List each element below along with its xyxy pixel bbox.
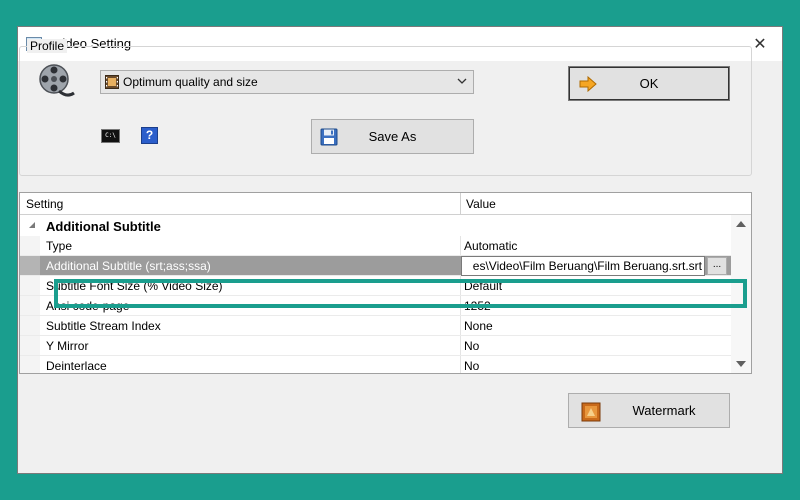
watermark-button[interactable]: Watermark (568, 393, 730, 428)
column-header-value[interactable]: Value (466, 197, 496, 211)
chevron-down-icon (457, 78, 467, 84)
row-divider (460, 316, 461, 335)
row-divider (460, 236, 461, 255)
arrow-right-icon (579, 76, 597, 92)
property-grid: Setting Value Additional Subtitle Type A… (19, 192, 752, 374)
floppy-disk-icon (320, 128, 338, 146)
subtitle-path-input[interactable]: es\Video\Film Beruang\Film Beruang.srt.s… (461, 256, 705, 276)
profile-selected-value: Optimum quality and size (123, 75, 258, 89)
setting-name: Subtitle Stream Index (46, 319, 161, 333)
row-divider (460, 296, 461, 315)
row-gutter (20, 276, 40, 295)
setting-value[interactable]: Default (464, 279, 502, 293)
profile-group-label: Profile (27, 39, 68, 53)
grid-row-type[interactable]: Type Automatic (20, 236, 732, 256)
film-strip-icon (105, 75, 119, 89)
grid-row-y-mirror[interactable]: Y Mirror No (20, 336, 732, 356)
vertical-scrollbar[interactable] (731, 215, 751, 373)
setting-value[interactable]: 1252 (464, 299, 491, 313)
row-gutter (20, 336, 40, 355)
setting-name: Type (46, 239, 73, 253)
setting-value[interactable]: None (464, 319, 493, 333)
row-gutter (20, 236, 40, 255)
setting-name: Subtitle Font Size (% Video Size) (46, 279, 223, 293)
row-gutter (20, 356, 40, 373)
column-divider[interactable] (460, 193, 461, 215)
grid-row-subtitle-font-size[interactable]: Subtitle Font Size (% Video Size) Defaul… (20, 276, 732, 296)
setting-value[interactable]: Automatic (464, 239, 517, 253)
profile-dropdown[interactable]: Optimum quality and size (100, 70, 474, 94)
film-reel-icon (39, 64, 75, 97)
category-row[interactable]: Additional Subtitle (20, 216, 732, 236)
row-gutter (20, 296, 40, 315)
row-gutter (20, 316, 40, 335)
command-prompt-icon[interactable]: C:\ (101, 129, 120, 143)
setting-name: Y Mirror (46, 339, 89, 353)
collapse-triangle-icon[interactable] (28, 221, 36, 229)
browse-button[interactable]: ... (707, 257, 727, 275)
row-divider (460, 276, 461, 295)
save-as-label: Save As (368, 129, 417, 144)
setting-name: Additional Subtitle (srt;ass;ssa) (46, 259, 211, 273)
watermark-label: Watermark (632, 403, 696, 418)
grid-row-ansi-code-page[interactable]: Ansi code-page 1252 (20, 296, 732, 316)
row-gutter (20, 256, 40, 275)
grid-header: Setting Value (20, 193, 751, 215)
grid-row-subtitle-stream-index[interactable]: Subtitle Stream Index None (20, 316, 732, 336)
grid-row-deinterlace[interactable]: Deinterlace No (20, 356, 732, 373)
setting-name: Ansi code-page (46, 299, 130, 313)
row-divider (460, 356, 461, 373)
help-icon[interactable]: ? (141, 127, 158, 144)
setting-value[interactable]: No (464, 359, 479, 373)
setting-value[interactable]: No (464, 339, 479, 353)
save-as-button[interactable]: Save As (311, 119, 474, 154)
watermark-icon (581, 402, 601, 422)
setting-name: Deinterlace (46, 359, 107, 373)
category-label: Additional Subtitle (46, 219, 161, 234)
ok-button[interactable]: OK (568, 66, 730, 101)
row-divider (460, 336, 461, 355)
ok-button-label: OK (639, 76, 659, 91)
column-header-setting[interactable]: Setting (26, 197, 63, 211)
subtitle-path-value: es\Video\Film Beruang\Film Beruang.srt.s… (472, 259, 702, 273)
scroll-up-arrow-icon[interactable] (735, 220, 747, 228)
scroll-down-arrow-icon[interactable] (735, 360, 747, 368)
grid-row-additional-subtitle[interactable]: Additional Subtitle (srt;ass;ssa) es\Vid… (20, 256, 732, 276)
